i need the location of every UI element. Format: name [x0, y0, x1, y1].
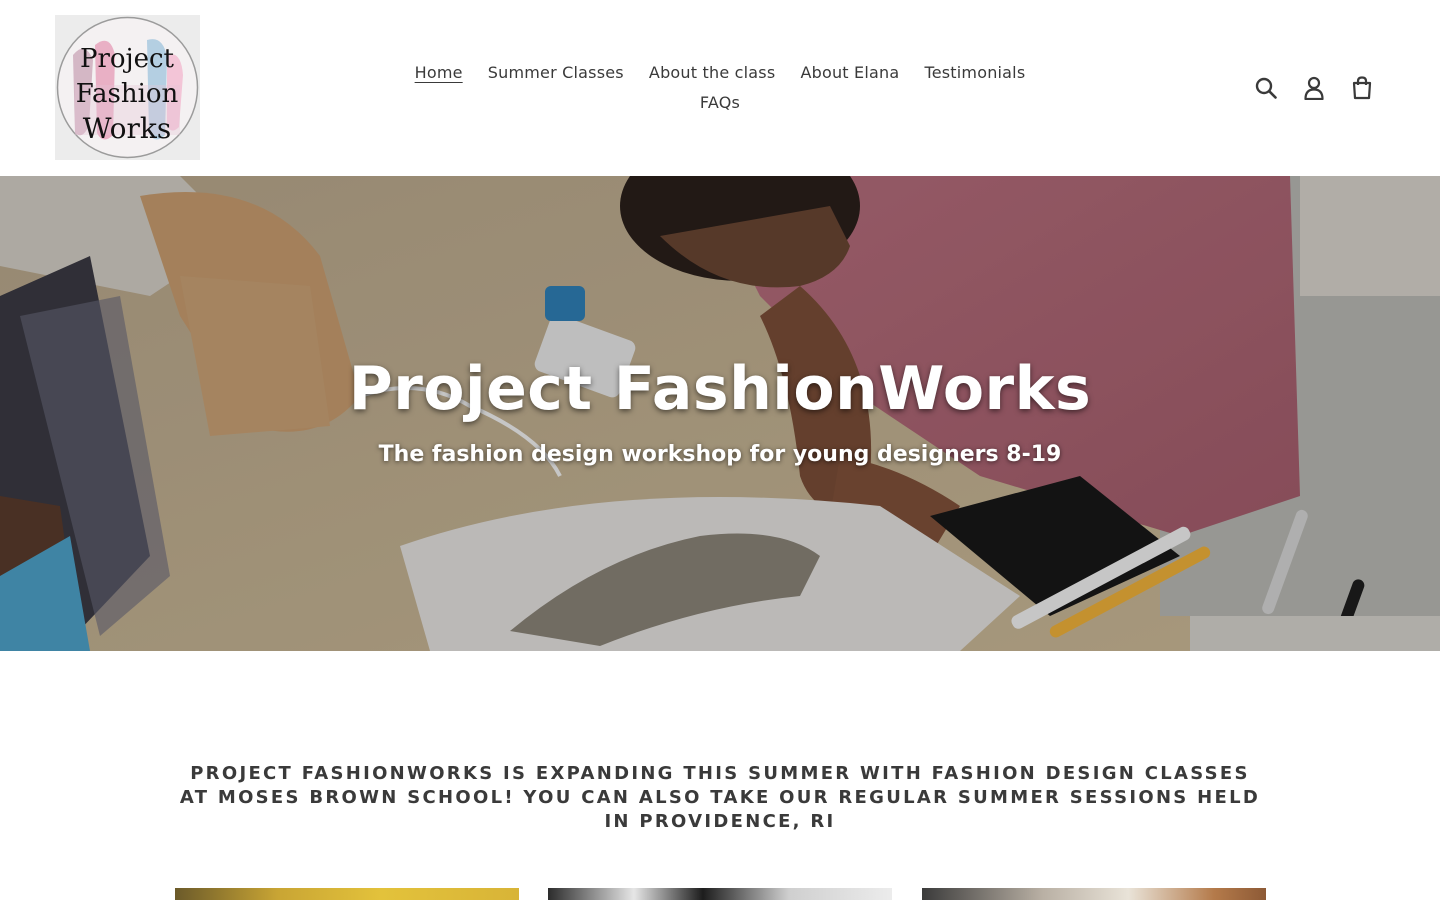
search-icon[interactable]	[1254, 70, 1278, 106]
logo-text-line-2: Fashion	[76, 79, 179, 109]
header-icons	[1254, 70, 1374, 106]
hero-subtitle: The fashion design workshop for young de…	[378, 442, 1062, 467]
nav-link-faqs[interactable]: FAQs	[700, 88, 740, 118]
feature-card-image[interactable]	[922, 888, 1266, 900]
nav-link-about-the-class[interactable]: About the class	[649, 58, 775, 88]
nav-link-home[interactable]: Home	[415, 58, 463, 88]
hero-title: Project FashionWorks	[348, 354, 1092, 424]
logo-image: Project Fashion Works	[55, 15, 200, 160]
announcement-heading: PROJECT FASHIONWORKS IS EXPANDING THIS S…	[179, 763, 1261, 832]
feature-card-image[interactable]	[548, 888, 892, 900]
feature-card-image[interactable]	[175, 888, 519, 900]
hero-banner: Project FashionWorks The fashion design …	[0, 176, 1440, 651]
main-navigation: Home Summer Classes About the class Abou…	[400, 58, 1040, 118]
nav-link-summer-classes[interactable]: Summer Classes	[488, 58, 624, 88]
nav-link-testimonials[interactable]: Testimonials	[924, 58, 1025, 88]
logo-text-line-1: Project	[80, 44, 175, 74]
site-header: Project Fashion Works Home Summer Classe…	[0, 0, 1440, 176]
account-icon[interactable]	[1302, 70, 1326, 106]
cart-icon[interactable]	[1350, 70, 1374, 106]
nav-link-about-elana[interactable]: About Elana	[800, 58, 899, 88]
site-logo[interactable]: Project Fashion Works	[55, 15, 200, 160]
logo-text-line-3: Works	[83, 112, 171, 145]
